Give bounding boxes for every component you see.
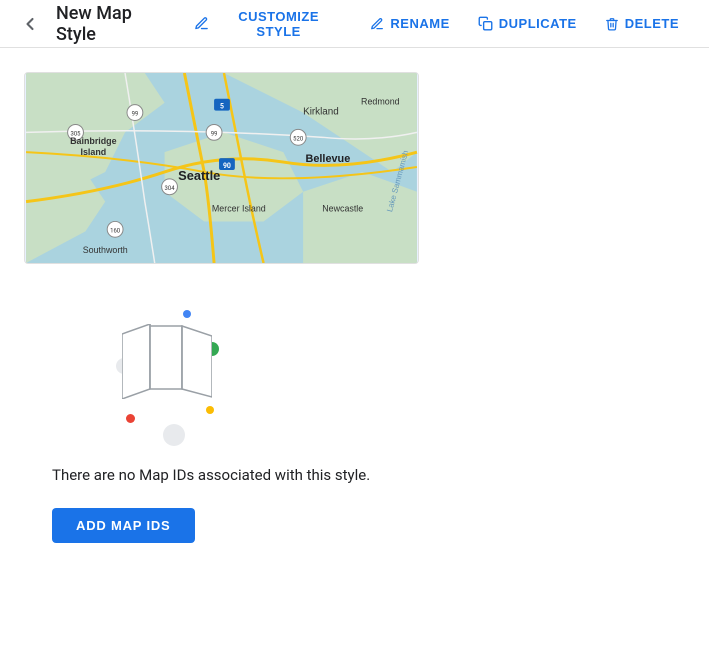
back-button[interactable] xyxy=(16,10,44,38)
svg-text:Newcastle: Newcastle xyxy=(322,204,363,214)
svg-text:Southworth: Southworth xyxy=(83,245,128,255)
svg-text:Redmond: Redmond xyxy=(361,97,400,107)
map-illustration xyxy=(108,296,258,446)
svg-text:160: 160 xyxy=(110,227,120,234)
map-thumbnail: 5 90 305 99 99 520 160 304 Bainbridge Is… xyxy=(24,72,419,264)
customize-label: CUSTOMIZE STYLE xyxy=(215,9,343,39)
rename-icon xyxy=(370,17,384,31)
duplicate-button[interactable]: DUPLICATE xyxy=(464,8,591,39)
svg-text:304: 304 xyxy=(165,185,176,192)
toolbar: New Map Style CUSTOMIZE STYLE RENAME xyxy=(0,0,709,48)
dot-blue xyxy=(183,310,191,318)
svg-text:520: 520 xyxy=(293,135,303,142)
toolbar-actions: CUSTOMIZE STYLE RENAME DUPLICATE xyxy=(180,1,693,47)
svg-text:99: 99 xyxy=(211,130,218,137)
folded-map-icon xyxy=(122,324,212,399)
customize-icon xyxy=(194,16,209,31)
empty-state: There are no Map IDs associated with thi… xyxy=(24,296,685,543)
svg-text:Kirkland: Kirkland xyxy=(303,107,339,118)
page-title: New Map Style xyxy=(56,3,176,45)
empty-message: There are no Map IDs associated with thi… xyxy=(48,466,370,484)
svg-text:99: 99 xyxy=(132,111,139,118)
dot-red xyxy=(126,414,135,423)
main-content: 5 90 305 99 99 520 160 304 Bainbridge Is… xyxy=(0,48,709,567)
duplicate-icon xyxy=(478,16,493,31)
delete-icon xyxy=(605,17,619,31)
rename-button[interactable]: RENAME xyxy=(356,8,463,39)
svg-text:90: 90 xyxy=(223,162,231,170)
dot-yellow xyxy=(206,406,214,414)
svg-text:Bellevue: Bellevue xyxy=(306,153,351,165)
rename-label: RENAME xyxy=(390,16,449,31)
add-map-ids-button[interactable]: ADD MAP IDS xyxy=(52,508,195,543)
svg-text:Mercer Island: Mercer Island xyxy=(212,204,266,214)
dot-gray1 xyxy=(163,424,185,446)
svg-text:Island: Island xyxy=(80,147,106,157)
svg-text:5: 5 xyxy=(220,103,224,111)
svg-text:Bainbridge: Bainbridge xyxy=(70,136,116,146)
customize-style-button[interactable]: CUSTOMIZE STYLE xyxy=(180,1,357,47)
svg-text:Seattle: Seattle xyxy=(178,168,220,183)
duplicate-label: DUPLICATE xyxy=(499,16,577,31)
delete-button[interactable]: DELETE xyxy=(591,8,693,39)
delete-label: DELETE xyxy=(625,16,679,31)
